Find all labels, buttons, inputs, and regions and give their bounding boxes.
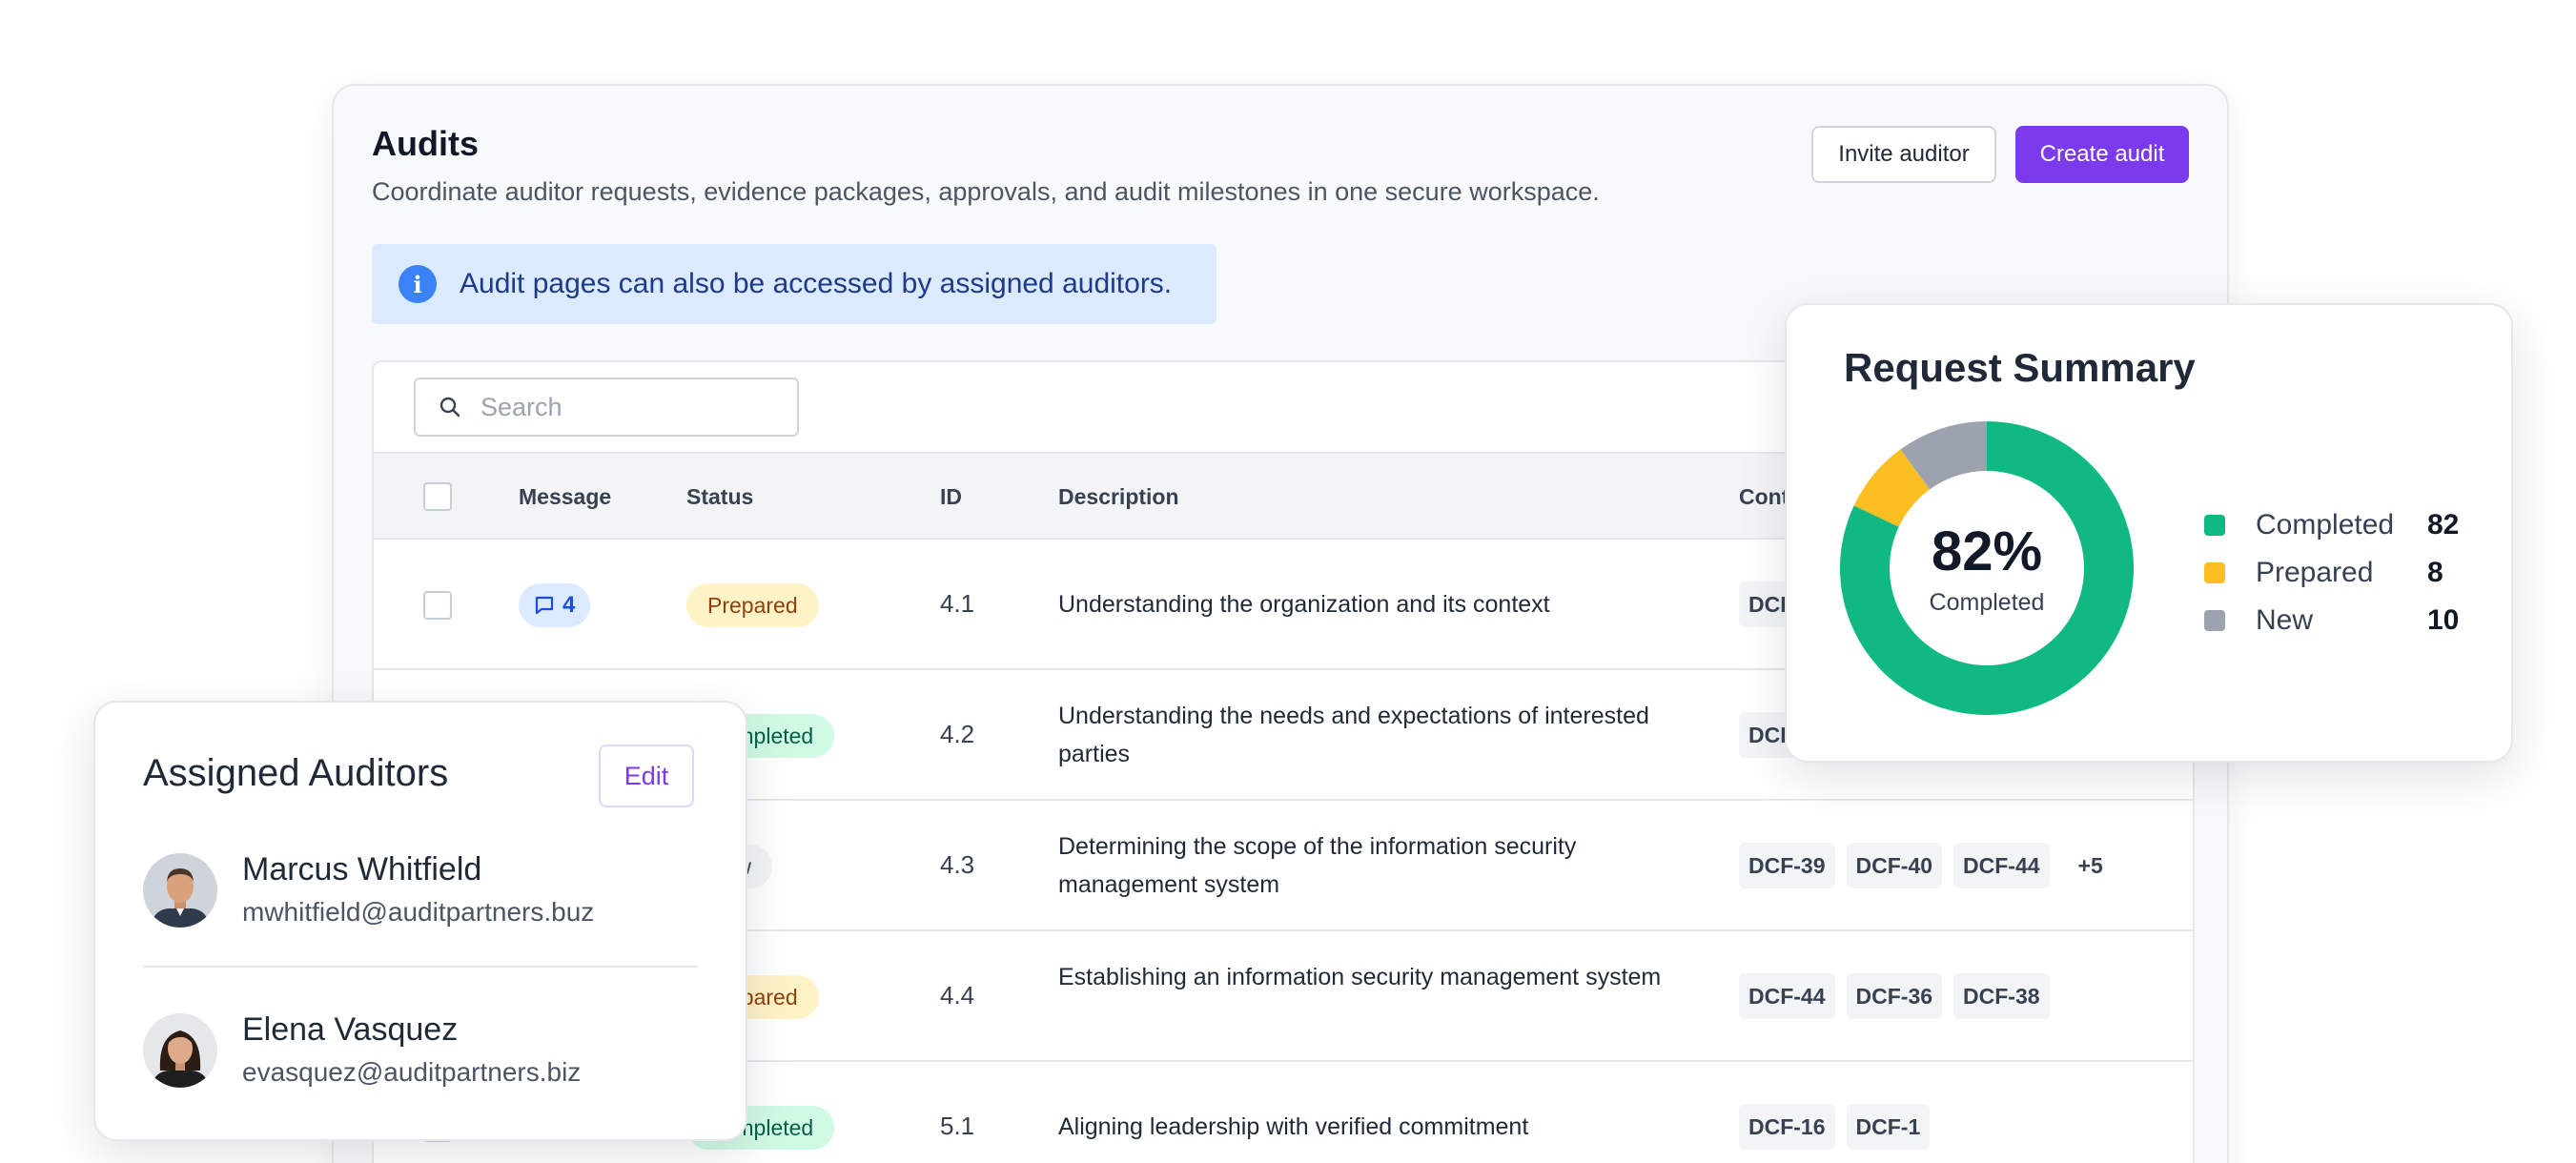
page-subtitle: Coordinate auditor requests, evidence pa…: [372, 177, 1600, 206]
page-title: Audits: [372, 124, 479, 163]
column-id[interactable]: ID: [940, 484, 962, 510]
legend-label: Completed: [2256, 509, 2395, 541]
select-all-checkbox[interactable]: [423, 482, 452, 511]
column-message[interactable]: Message: [519, 484, 611, 510]
control-tag[interactable]: DCF-44: [1739, 973, 1835, 1019]
summary-legend: Completed 82 Prepared 8 New 10: [2204, 501, 2481, 644]
message-count-badge[interactable]: 4: [519, 583, 591, 627]
comment-icon: [535, 596, 554, 615]
divider: [143, 966, 698, 968]
control-tag[interactable]: DCF-36: [1846, 973, 1943, 1019]
assigned-auditors-card: Assigned Auditors Edit Marcus Whitfield …: [93, 701, 747, 1141]
donut-center: 82% Completed: [1840, 421, 2134, 715]
auditor-name: Marcus Whitfield: [242, 851, 482, 888]
edit-auditors-button[interactable]: Edit: [599, 745, 694, 807]
controls-list: DCF-39 DCF-40 DCF-44 +5: [1739, 843, 2103, 888]
request-id: 4.3: [940, 850, 975, 879]
legend-item-prepared: Prepared 8: [2204, 549, 2481, 597]
search-input[interactable]: [480, 392, 767, 422]
message-count: 4: [562, 592, 576, 618]
summary-title: Request Summary: [1844, 345, 2196, 390]
auditors-title: Assigned Auditors: [143, 752, 449, 794]
auditor-email[interactable]: mwhitfield@auditpartners.buz: [242, 897, 594, 928]
auditor-email[interactable]: evasquez@auditpartners.biz: [242, 1057, 581, 1088]
woman-avatar-icon: [143, 1013, 217, 1088]
info-banner: i Audit pages can also be accessed by as…: [372, 244, 1216, 324]
request-summary-card: Request Summary 82% Completed Completed …: [1785, 303, 2513, 763]
create-audit-button[interactable]: Create audit: [2015, 126, 2189, 183]
column-description[interactable]: Description: [1058, 484, 1179, 510]
request-description: Determining the scope of the information…: [1058, 833, 1577, 898]
more-controls-link[interactable]: +5: [2061, 853, 2103, 879]
request-id: 5.1: [940, 1112, 975, 1140]
info-icon: i: [399, 265, 437, 303]
auditor-item[interactable]: Marcus Whitfield mwhitfield@auditpartner…: [143, 844, 696, 939]
search-field[interactable]: [414, 377, 799, 437]
legend-swatch: [2204, 515, 2225, 536]
legend-value: 82: [2427, 509, 2460, 541]
legend-swatch: [2204, 562, 2225, 583]
legend-value: 8: [2427, 557, 2443, 588]
request-id: 4.4: [940, 981, 975, 1010]
request-description: Establishing an information security man…: [1058, 964, 1662, 990]
controls-list: DCF-16 DCF-1: [1739, 1104, 1931, 1150]
request-description: Understanding the organization and its c…: [1058, 591, 1550, 618]
completion-label: Completed: [1929, 589, 2045, 616]
legend-value: 10: [2427, 604, 2460, 636]
control-tag[interactable]: DCF-1: [1846, 1104, 1931, 1150]
man-avatar-icon: [143, 853, 217, 928]
controls-list: DCF-44 DCF-36 DCF-38: [1739, 973, 2050, 1019]
control-tag[interactable]: DCF-39: [1739, 843, 1835, 888]
completion-percent: 82%: [1931, 520, 2043, 582]
legend-label: Prepared: [2256, 557, 2374, 588]
column-status[interactable]: Status: [686, 484, 753, 510]
control-tag[interactable]: DCF-16: [1739, 1104, 1835, 1150]
invite-auditor-button[interactable]: Invite auditor: [1811, 126, 1996, 183]
legend-item-new: New 10: [2204, 597, 2481, 644]
auditor-name: Elena Vasquez: [242, 1011, 459, 1048]
status-badge: Prepared: [686, 583, 819, 627]
control-tag[interactable]: DCF-44: [1953, 843, 2050, 888]
auditor-item[interactable]: Elena Vasquez evasquez@auditpartners.biz: [143, 1004, 696, 1099]
control-tag[interactable]: DCF-38: [1953, 973, 2050, 1019]
request-id: 4.2: [940, 720, 975, 748]
legend-item-completed: Completed 82: [2204, 501, 2481, 549]
request-description: Understanding the needs and expectations…: [1058, 703, 1649, 767]
request-id: 4.1: [940, 589, 975, 618]
request-description: Aligning leadership with verified commit…: [1058, 1113, 1529, 1140]
banner-text: Audit pages can also be accessed by assi…: [460, 268, 1173, 299]
legend-label: New: [2256, 604, 2314, 636]
control-tag[interactable]: DCF-40: [1846, 843, 1943, 888]
legend-swatch: [2204, 610, 2225, 631]
row-checkbox[interactable]: [423, 591, 452, 620]
search-icon: [440, 397, 460, 418]
